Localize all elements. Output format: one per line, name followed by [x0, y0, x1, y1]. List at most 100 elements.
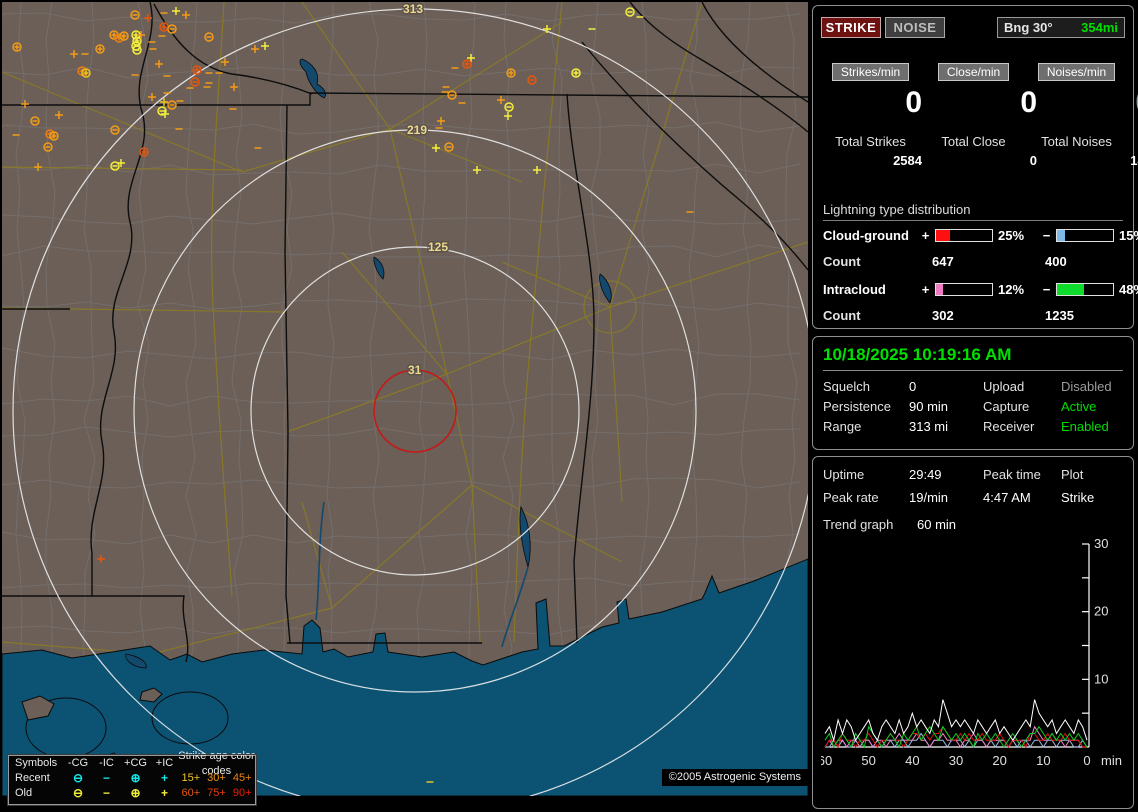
symbol-legend: Symbols -CG -IC +CG +IC Strike age color…: [7, 750, 257, 806]
squelch-value: 0: [909, 379, 917, 394]
datetime-display: 10/18/2025 10:19:16 AM: [823, 345, 1123, 371]
noise-mode-button[interactable]: NOISE: [885, 17, 945, 38]
total-noises-label: Total Noises: [1041, 134, 1112, 149]
neg-ic-bar: [1056, 283, 1114, 296]
trend-graph: 10 20 30 60 50 40 30 20 10 0 min: [821, 536, 1122, 768]
persistence-value: 90 min: [909, 399, 949, 414]
svg-text:0: 0: [1083, 753, 1090, 768]
noises-per-min-button[interactable]: Noises/min: [1037, 63, 1116, 81]
total-strikes-label: Total Strikes: [835, 134, 906, 149]
nic-recent-icon: −: [102, 771, 110, 785]
trend-graph-value: 60 min: [917, 517, 957, 532]
minus-sign: −: [1042, 282, 1051, 297]
minus-sign: −: [1042, 228, 1051, 243]
squelch-label: Squelch: [823, 379, 870, 394]
age-75: 75+: [207, 787, 226, 799]
age-60: 60+: [181, 787, 201, 799]
ncg-old-icon: ⊖: [72, 786, 84, 800]
cloud-ground-label: Cloud-ground: [823, 228, 909, 243]
svg-text:20: 20: [1094, 604, 1108, 619]
neg-cg-pct: 15%: [1119, 228, 1138, 243]
capture-value: Active: [1061, 399, 1097, 414]
strikes-per-min-value: 0: [905, 86, 922, 119]
legend-header-pic: +IC: [155, 757, 174, 769]
pos-ic-bar: [935, 283, 993, 296]
age-90: 90+: [232, 787, 252, 799]
bearing-distance-readout: Bng 30° 354mi: [997, 17, 1125, 38]
svg-text:125: 125: [428, 240, 448, 254]
age-30: 30+: [207, 772, 226, 784]
ic-count-label: Count: [823, 308, 861, 323]
strike-mode-button[interactable]: STRIKE: [821, 17, 881, 38]
total-noises-value: 141: [1130, 153, 1138, 168]
legend-header-pcg: +CG: [124, 757, 147, 769]
strikes-per-min-button[interactable]: Strikes/min: [831, 63, 910, 81]
receiver-value: Enabled: [1061, 419, 1109, 434]
intracloud-label: Intracloud: [823, 282, 886, 297]
trend-series-pos-intracloud: [824, 725, 1087, 748]
ncg-recent-icon: ⊖: [72, 771, 84, 785]
pos-ic-pct: 12%: [998, 282, 1025, 297]
bearing-value: Bng 30°: [1004, 20, 1053, 35]
pos-cg-bar: [935, 229, 993, 242]
pic-recent-icon: +: [160, 771, 168, 785]
counters-panel: STRIKE NOISE Bng 30° 354mi Strikes/min C…: [812, 5, 1138, 329]
uptime-value: 29:49: [909, 467, 942, 482]
noises-per-min-value: 0: [1049, 88, 1138, 118]
svg-text:30: 30: [1094, 536, 1108, 551]
range-value: 313 mi: [909, 419, 949, 434]
peak-time-label: Peak time: [983, 467, 1041, 482]
trend-series-neg-intracloud: [824, 725, 1088, 749]
range-label: Range: [823, 419, 862, 434]
svg-text:313: 313: [403, 2, 423, 16]
trend-series-pos-cloud-ground: [824, 725, 1087, 749]
cg-count-label: Count: [823, 254, 861, 269]
legend-old-row: Old ⊖ − ⊕ + 60+ 75+ 90+: [9, 786, 255, 801]
neg-ic-count: 1235: [1045, 308, 1074, 323]
total-strikes-value: 2584: [893, 153, 922, 168]
legend-recent-label: Recent: [15, 772, 50, 784]
status-panel: 10/18/2025 10:19:16 AM Squelch 0 Upload …: [812, 336, 1134, 450]
plot-label: Plot: [1061, 467, 1084, 482]
distribution-title: Lightning type distribution: [823, 202, 1123, 221]
svg-text:10: 10: [1036, 753, 1050, 768]
peak-time-value: 4:47 AM: [983, 490, 1031, 505]
svg-text:10: 10: [1094, 671, 1108, 686]
upload-value: Disabled: [1061, 379, 1112, 394]
legend-header-ncg: -CG: [67, 757, 89, 769]
pic-old-icon: +: [160, 786, 168, 800]
legend-recent-row: Recent ⊖ − ⊕ + 15+ 30+ 45+: [9, 771, 255, 786]
svg-text:50: 50: [861, 753, 875, 768]
plus-sign: +: [921, 282, 930, 297]
map-canvas: 31 125 219 313: [2, 2, 808, 796]
peak-rate-value: 19/min: [909, 490, 949, 505]
peak-rate-label: Peak rate: [823, 490, 879, 505]
age-45: 45+: [232, 772, 252, 784]
persistence-label: Persistence: [823, 399, 891, 414]
plus-sign: +: [921, 228, 930, 243]
close-per-min-button[interactable]: Close/min: [937, 63, 1010, 81]
trend-panel: Uptime 29:49 Peak time Plot Peak rate 19…: [812, 456, 1134, 809]
svg-text:30: 30: [949, 753, 963, 768]
pos-cg-pct: 25%: [998, 228, 1025, 243]
svg-text:219: 219: [407, 123, 427, 137]
pcg-old-icon: ⊕: [130, 786, 141, 800]
trend-graph-label: Trend graph: [823, 517, 894, 532]
copyright-label: ©2005 Astrogenic Systems: [661, 769, 808, 786]
pos-ic-count: 302: [932, 308, 954, 323]
legend-old-label: Old: [15, 787, 33, 799]
svg-text:20: 20: [992, 753, 1006, 768]
neg-cg-count: 400: [1045, 254, 1067, 269]
pcg-recent-icon: ⊕: [130, 771, 141, 785]
lightning-map[interactable]: 31 125 219 313 Symbols -CG -IC +CG +IC Stri…: [2, 2, 808, 806]
receiver-label: Receiver: [983, 419, 1035, 434]
nexstorm-window: 31 125 219 313 Symbols -CG -IC +CG +IC Stri…: [0, 0, 1138, 812]
svg-text:60: 60: [821, 753, 832, 768]
distance-value: 354mi: [1081, 20, 1118, 35]
age-15: 15+: [181, 772, 201, 784]
pos-cg-count: 647: [932, 254, 954, 269]
neg-cg-bar: [1056, 229, 1114, 242]
nic-old-icon: −: [102, 786, 110, 800]
svg-text:min: min: [1101, 753, 1122, 768]
legend-header-nic: -IC: [99, 757, 114, 769]
